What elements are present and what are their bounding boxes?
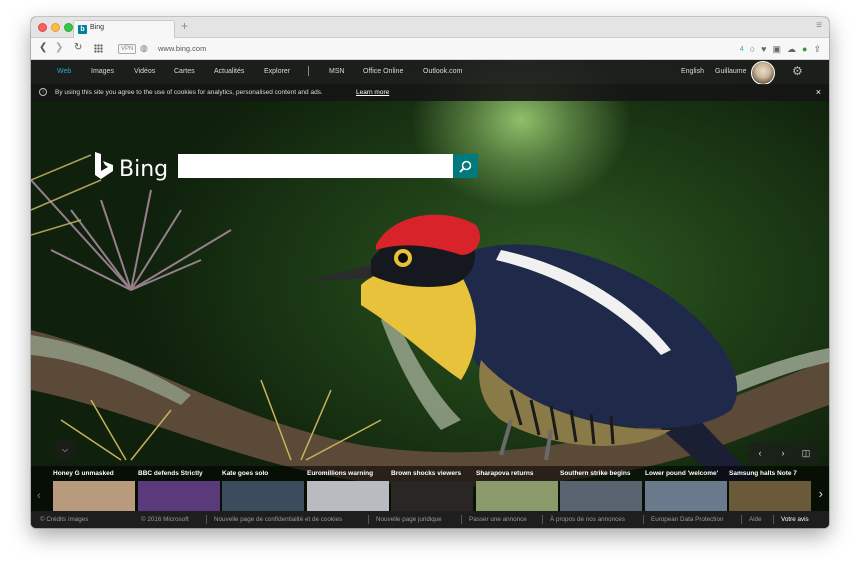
news-caption: Euromillions warning [307,470,374,477]
new-tab-button[interactable]: + [181,19,188,33]
bing-logo-icon [95,152,113,179]
nav-videos[interactable]: Vidéos [134,68,155,75]
blocker-count: 4 [739,45,744,53]
browser-window: b Bing + ≡ ❮ ❯ ↻ VPN ◍ www.bing.com 4 ○ … [31,17,829,528]
bing-homepage: Web Images Vidéos Cartes Actualités Expl… [31,60,829,528]
bird-eye [398,253,408,263]
nav-office-online[interactable]: Office Online [363,68,403,75]
footer-link-advertise[interactable]: Passer une annonce [469,516,527,523]
bird-beak [301,265,371,282]
maximize-window-button[interactable] [64,23,73,32]
evernote-icon[interactable]: ● [802,43,807,55]
footer-separator [368,515,369,524]
gear-icon[interactable]: ⚙ [792,64,803,78]
footer-separator [643,515,644,524]
image-credits-link[interactable]: © Crédits images [40,516,88,523]
snapshot-icon[interactable]: ▣ [773,43,782,55]
news-caption: Samsung halts Note 7 [729,470,797,477]
speed-dial-icon[interactable] [94,44,103,53]
nav-outlook[interactable]: Outlook.com [423,68,462,75]
footer-link-about-ads[interactable]: À propos de nos annonces [550,516,625,523]
nav-msn[interactable]: MSN [329,68,345,75]
footer-separator [741,515,742,524]
footer-link-help[interactable]: Aide [749,516,762,523]
feedback-link[interactable]: Votre avis [781,516,809,523]
nav-explore[interactable]: Explorer [264,68,290,75]
footer-separator [542,515,543,524]
camera-icon[interactable]: ◫ [795,442,817,464]
copyright-text: © 2016 Microsoft [141,516,189,523]
site-info-icon[interactable]: ◍ [140,43,148,54]
user-name[interactable]: Guillaume [715,68,747,75]
footer-separator [206,515,207,524]
tab-bing[interactable]: b Bing [73,20,175,38]
share-icon[interactable]: ⇪ [813,43,821,55]
footer-separator [773,515,774,524]
image-controls: ‹ › ◫ [749,442,817,464]
toolbar-extensions: 4 ○ ♥ ▣ ☁ ● ⇪ [740,42,821,56]
footer-separator [461,515,462,524]
background-photo [31,154,829,500]
news-next-button[interactable]: › [819,486,823,501]
reload-icon[interactable]: ↻ [74,42,82,54]
collapse-news-button[interactable]: ⌵ [55,440,75,460]
search-input[interactable] [178,154,453,178]
info-icon: i [39,88,47,96]
address-toolbar: ❮ ❯ ↻ VPN ◍ www.bing.com 4 ○ ♥ ▣ ☁ ● ⇪ [31,38,829,60]
nav-maps[interactable]: Cartes [174,68,195,75]
forward-icon[interactable]: ❯ [55,42,63,54]
news-caption: Brown shocks viewers [391,470,462,477]
bing-logo[interactable]: Bing [93,152,173,184]
learn-more-link[interactable]: Learn more [356,89,389,96]
heart-icon[interactable]: ♥ [761,43,766,55]
news-caption: Kate goes solo [222,470,269,477]
footer-link-legal[interactable]: Nouvelle page juridique [376,516,442,523]
news-prev-button[interactable]: ‹ [37,490,41,502]
footer-link-data-protection[interactable]: European Data Protection [651,516,723,523]
footer: © Crédits images © 2016 Microsoft Nouvel… [31,511,829,528]
search-icon [459,160,472,173]
plant-left-yellow [31,154,102,236]
news-caption: Sharapova returns [476,470,534,477]
bing-logo-text: Bing [119,157,169,182]
bing-favicon-icon: b [78,25,87,34]
nav-web[interactable]: Web [57,68,71,75]
vpn-badge[interactable]: VPN [118,44,137,54]
cookie-text: By using this site you agree to the use … [55,89,323,96]
search-button[interactable] [453,154,478,178]
cloud-icon[interactable]: ☁ [787,43,796,55]
footer-link-privacy[interactable]: Nouvelle page de confidentialité et de c… [214,516,342,523]
news-caption: Southern strike begins [560,470,631,477]
tab-title: Bing [90,24,105,31]
minimize-window-button[interactable] [51,23,60,32]
next-image-button[interactable]: › [772,442,794,464]
news-caption: BBC defends Strictly [138,470,203,477]
bing-header: Web Images Vidéos Cartes Actualités Expl… [31,60,829,85]
nav-news[interactable]: Actualités [214,68,244,75]
nav-images[interactable]: Images [91,68,114,75]
shield-icon[interactable]: ○ [750,43,755,55]
nav-divider [308,66,309,76]
close-icon[interactable]: × [816,87,821,97]
avatar[interactable] [751,61,775,85]
tab-bar: b Bing + ≡ [31,17,829,38]
news-caption: Honey G unmasked [53,470,114,477]
previous-image-button[interactable]: ‹ [749,442,771,464]
address-input[interactable]: www.bing.com [158,44,206,53]
cookie-banner: i By using this site you agree to the us… [31,84,829,101]
back-icon[interactable]: ❮ [39,42,47,54]
close-window-button[interactable] [38,23,47,32]
tab-menu-icon[interactable]: ≡ [816,20,822,31]
language-link[interactable]: English [681,68,704,75]
news-caption: Lower pound 'welcome' [645,470,719,477]
